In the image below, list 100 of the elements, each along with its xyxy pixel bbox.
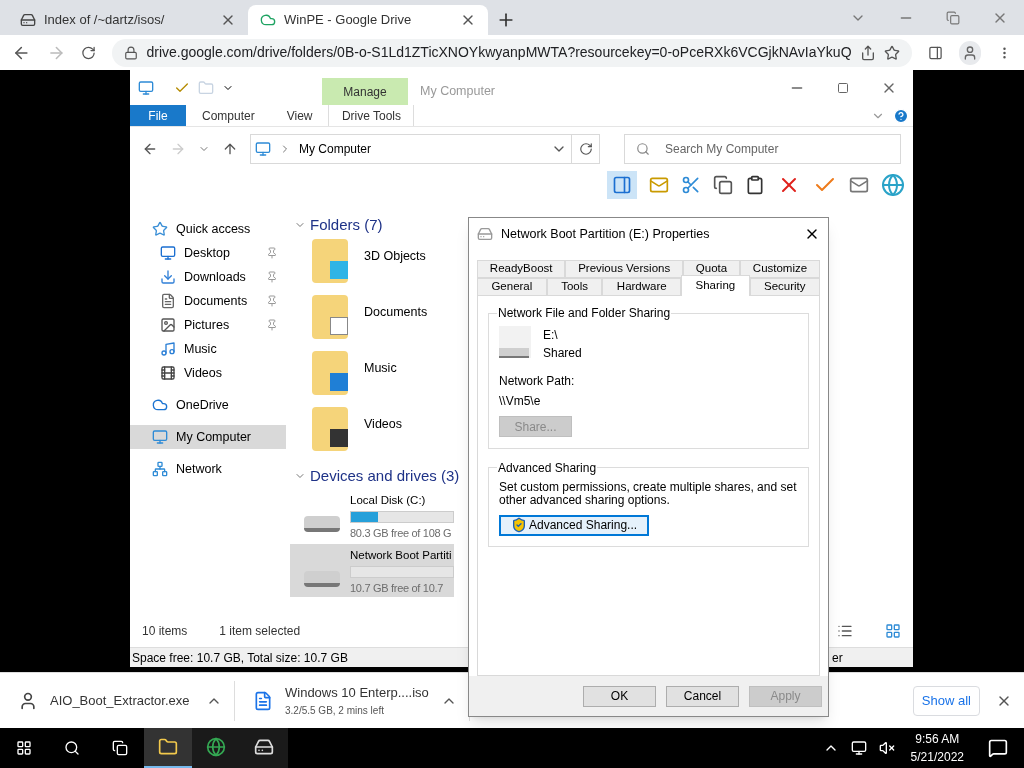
ribbon-tab[interactable]: Computer (186, 105, 271, 126)
path-label: Network Path: (499, 373, 576, 390)
clock-date[interactable]: 5/21/2022 (910, 748, 964, 766)
star-icon (152, 221, 168, 237)
dialog-title: Network Boot Partition (E:) Properties (501, 225, 711, 243)
help-icon[interactable] (893, 107, 909, 124)
reload-icon[interactable] (81, 44, 97, 61)
ribbon-tab[interactable]: File (130, 105, 186, 126)
dialog-tab[interactable]: Tools (546, 278, 603, 296)
dialog-button[interactable]: OK (583, 685, 656, 707)
ribbon-tab[interactable]: Drive Tools (328, 105, 415, 126)
computer-icon (152, 429, 168, 445)
up-icon[interactable] (222, 141, 238, 157)
details-view-icon[interactable] (837, 623, 853, 639)
paste-icon[interactable] (745, 175, 765, 195)
tab-title: WinPE - Google Drive (284, 11, 413, 30)
address-bar[interactable]: drive.google.com/drive/folders/0B-o-S1Ld1ZTicXNOYkwyanpMWTA?resourcekey=0-oPceRXk6VCGjkNAvIaYkuQ (112, 38, 912, 67)
sidebar-item[interactable]: My Computer (130, 425, 286, 449)
window-title: My Computer (420, 83, 496, 100)
search-icon[interactable] (64, 740, 80, 756)
address-field[interactable]: My Computer (250, 134, 572, 164)
dialog-tab[interactable]: Security (749, 278, 820, 296)
show-all-button[interactable]: Show all (912, 685, 980, 716)
folder-icon (312, 239, 348, 283)
picture-icon (160, 317, 176, 333)
dialog-tab[interactable]: Sharing (681, 275, 750, 296)
globe-icon[interactable] (881, 173, 905, 197)
share-state: Shared (543, 345, 582, 362)
music-icon (160, 341, 176, 357)
advanced-sharing-button[interactable]: Advanced Sharing... (499, 514, 650, 536)
computer-icon (255, 141, 271, 157)
group-title: Advanced Sharing (497, 459, 598, 477)
maximize-icon[interactable] (837, 81, 849, 94)
pin-icon (266, 271, 278, 283)
contextual-tab-header: Manage (322, 78, 408, 105)
back-icon[interactable] (142, 141, 158, 157)
folder-icon (158, 737, 178, 757)
folder-icon (312, 407, 348, 451)
folder-item[interactable]: Videos (290, 403, 468, 459)
taskbar-app[interactable] (240, 728, 288, 768)
sidebar-item[interactable]: Videos (130, 361, 286, 385)
preview-pane-button[interactable] (607, 171, 637, 199)
sidebar-item[interactable]: Network (130, 457, 286, 481)
folder-icon (312, 351, 348, 395)
taskbar-app[interactable] (192, 728, 240, 768)
dialog-tab[interactable]: Hardware (602, 278, 682, 296)
sidebar-item[interactable]: Pictures (130, 313, 286, 337)
star-icon[interactable] (883, 44, 900, 61)
sidebar-item[interactable]: OneDrive (130, 393, 286, 417)
free-space: 10.7 GB free of 10.7 (350, 581, 445, 597)
pin-icon (266, 319, 278, 331)
drive-item[interactable]: Local Disk (C:) 80.3 GB free of 108 G (290, 489, 454, 542)
selection-count: 1 item selected (219, 623, 301, 640)
share-icon[interactable] (859, 44, 876, 61)
sidebar-item[interactable]: Music (130, 337, 286, 361)
dialog-tab[interactable]: Customize (740, 260, 820, 278)
side-panel-icon[interactable] (927, 44, 943, 61)
taskbar-app[interactable] (144, 728, 192, 768)
sidebar-item[interactable]: Downloads (130, 265, 286, 289)
mute-icon[interactable] (878, 740, 895, 756)
group-title: Network File and Folder Sharing (497, 305, 672, 322)
dialog-tab[interactable]: ReadyBoost (477, 260, 566, 278)
restore-icon[interactable] (946, 10, 960, 25)
download-name[interactable]: Windows 10 Enterp....iso (285, 683, 429, 703)
document-icon (160, 293, 176, 309)
ribbon-tab[interactable]: View (270, 105, 329, 126)
dialog-tab[interactable]: General (477, 278, 547, 296)
cut-icon[interactable] (681, 175, 701, 195)
refresh-button[interactable] (572, 134, 600, 164)
folder-item[interactable]: 3D Objects (290, 235, 468, 291)
search-icon (636, 142, 650, 156)
dialog-button[interactable]: Cancel (666, 685, 739, 707)
folder-item[interactable]: Documents (290, 291, 468, 347)
folder-item[interactable]: Music (290, 347, 468, 403)
file-icon (253, 690, 273, 711)
sidebar-item[interactable]: Desktop (130, 241, 286, 265)
group-header: Folders (7) (310, 214, 383, 235)
browser-tab[interactable]: WinPE - Google Drive (248, 5, 488, 35)
cloud-icon (152, 397, 168, 413)
drive-item[interactable]: Network Boot Partiti 10.7 GB free of 10.7 (290, 544, 454, 597)
film-icon (160, 365, 176, 381)
lock-icon (124, 45, 139, 60)
notifications-icon[interactable] (988, 738, 1008, 758)
dialog-tab[interactable]: Previous Versions (565, 260, 683, 278)
large-icons-view-icon[interactable] (885, 623, 901, 639)
copy-icon[interactable] (713, 175, 733, 195)
network-icon (152, 461, 168, 477)
pin-icon (266, 247, 278, 259)
download-icon (160, 269, 176, 285)
network-icon[interactable] (850, 740, 867, 756)
task-view-icon[interactable] (112, 740, 128, 756)
drive-label: E:\ (543, 327, 559, 344)
profile-avatar[interactable] (958, 40, 981, 65)
sidebar-item[interactable]: Quick access (130, 217, 286, 241)
drive-icon (304, 516, 340, 532)
sidebar-item[interactable]: Documents (130, 289, 286, 313)
person-icon (18, 690, 38, 711)
download-name[interactable]: AIO_Boot_Extractor.exe (50, 690, 194, 711)
clock-time[interactable]: 9:56 AM (915, 730, 960, 748)
search-field[interactable]: Search My Computer (624, 134, 901, 164)
